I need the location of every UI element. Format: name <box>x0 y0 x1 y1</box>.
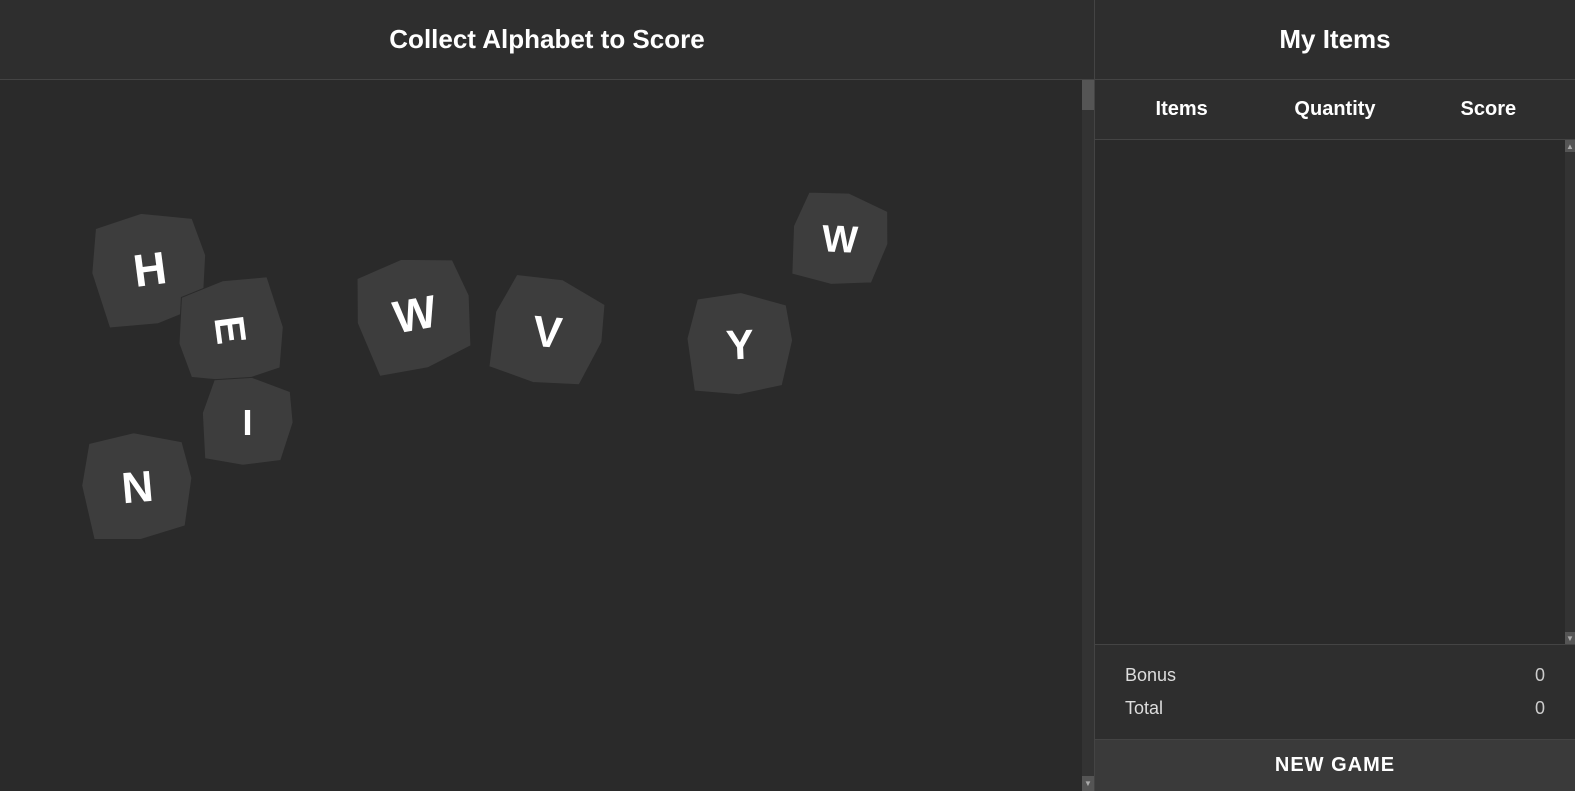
game-scrollbar-thumb[interactable] <box>1082 80 1094 110</box>
letter-tile-I-6[interactable]: I <box>200 375 295 470</box>
score-area: Bonus 0 Total 0 <box>1095 644 1575 739</box>
letter-tile-V-3[interactable]: V <box>481 266 614 399</box>
col-score-header: Score <box>1412 98 1565 121</box>
letter-tile-W-4[interactable]: W <box>786 186 894 294</box>
bonus-row: Bonus 0 <box>1115 659 1555 692</box>
game-title: Collect Alphabet to Score <box>389 24 704 55</box>
game-scroll-arrow-down[interactable]: ▼ <box>1082 776 1094 791</box>
table-scroll-arrow-down[interactable]: ▼ <box>1565 632 1575 644</box>
col-items-header: Items <box>1105 98 1258 121</box>
right-panel: Items Quantity Score ▲ ▼ Bonus 0 Total 0 <box>1095 80 1575 791</box>
items-table-header: Items Quantity Score <box>1095 80 1575 140</box>
letter-tile-N-7[interactable]: N <box>71 421 204 554</box>
total-value: 0 <box>1535 698 1545 719</box>
letter-tile-Y-5[interactable]: Y <box>680 285 799 404</box>
total-row: Total 0 <box>1115 692 1555 725</box>
total-label: Total <box>1125 698 1163 719</box>
new-game-button[interactable]: NEW GAME <box>1275 754 1395 777</box>
table-scrollbar[interactable]: ▲ ▼ <box>1565 140 1575 644</box>
my-items-title: My Items <box>1279 24 1390 55</box>
letter-tile-W-2[interactable]: W <box>338 238 492 392</box>
col-quantity-header: Quantity <box>1258 98 1411 121</box>
game-scrollbar[interactable]: ▼ <box>1082 80 1094 791</box>
my-items-title-area: My Items <box>1095 0 1575 79</box>
bonus-label: Bonus <box>1125 665 1176 686</box>
table-scroll-arrow-up[interactable]: ▲ <box>1565 140 1575 152</box>
game-title-area: Collect Alphabet to Score <box>0 0 1095 79</box>
game-area[interactable]: ▼ H E W V W Y <box>0 80 1095 791</box>
new-game-area[interactable]: NEW GAME <box>1095 739 1575 791</box>
items-table-area: Items Quantity Score ▲ ▼ <box>1095 80 1575 644</box>
bonus-value: 0 <box>1535 665 1545 686</box>
items-table-body[interactable]: ▲ ▼ <box>1095 140 1575 644</box>
